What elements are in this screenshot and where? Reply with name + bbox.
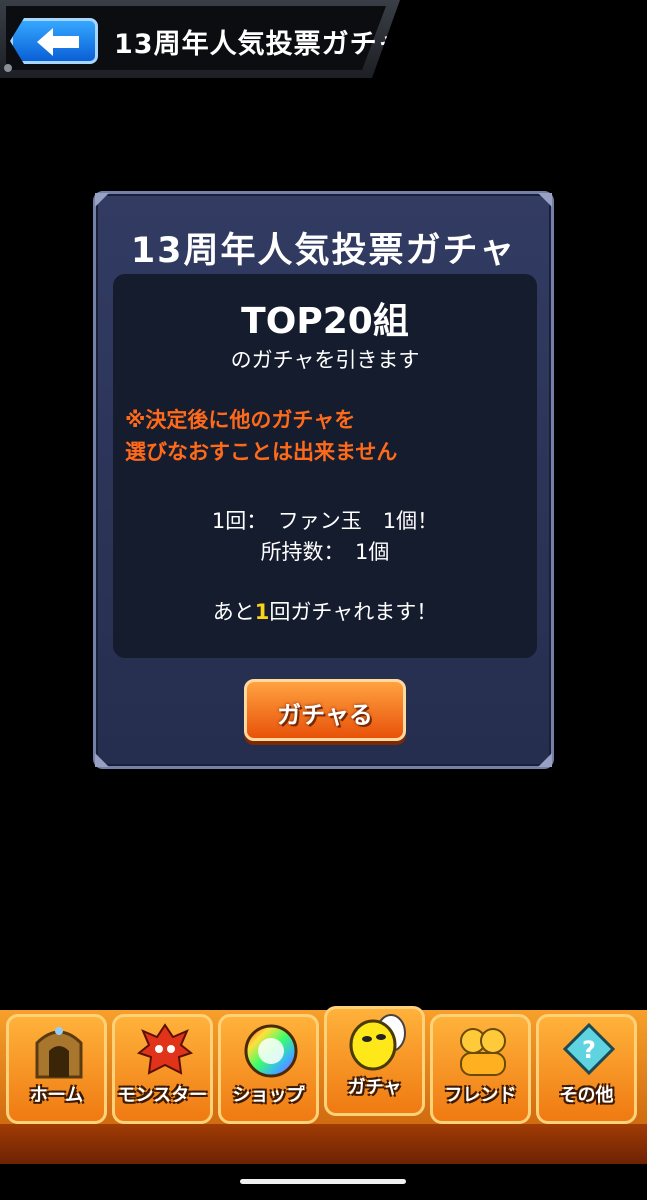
nav-item-label: ガチャ: [347, 1077, 402, 1098]
corner-ornament: [538, 753, 552, 767]
group-label: TOP20組: [241, 301, 409, 342]
cost-info: 1回： ファン玉 1個！ 所持数： 1個: [113, 506, 537, 568]
gacha-egg-icon: [349, 1014, 406, 1071]
nav-item-label: フレンド: [444, 1085, 517, 1106]
nav-item-label: その他: [559, 1085, 614, 1106]
gacharu-button-label: ガチャる: [277, 701, 373, 729]
cost-line: 1回： ファン玉 1個！: [211, 509, 439, 533]
nav-item-gacha[interactable]: ガチャ: [324, 1006, 425, 1116]
gacharu-button[interactable]: ガチャる: [244, 679, 406, 741]
dragon-icon: [136, 1023, 194, 1075]
remaining-count: あと1回ガチャれます！: [113, 596, 537, 626]
dialog-body: TOP20組 のガチャを引きます ※決定後に他のガチャを 選びなおすことは出来ま…: [113, 274, 537, 658]
remain-number: 1: [254, 600, 270, 624]
nav-item-label: ショップ: [232, 1085, 305, 1106]
nav-item-shop[interactable]: ショップ: [218, 1014, 319, 1124]
nav-item-label: モンスター: [117, 1085, 208, 1106]
nav-item-other[interactable]: ? その他: [536, 1014, 637, 1124]
rainbow-orb-icon: [244, 1024, 298, 1078]
warning-text: ※決定後に他のガチャを 選びなおすことは出来ません: [125, 404, 397, 468]
nav-item-home[interactable]: ホーム: [6, 1014, 107, 1124]
home-gate-icon: [35, 1027, 83, 1079]
other-icon: ?: [562, 1022, 616, 1076]
group-subtitle: のガチャを引きます: [230, 348, 420, 372]
corner-ornament: [95, 193, 109, 207]
nav-item-friend[interactable]: フレンド: [430, 1014, 531, 1124]
corner-ornament: [538, 193, 552, 207]
corner-ornament: [95, 753, 109, 767]
friends-icon: [460, 1028, 506, 1076]
warning-line: ※決定後に他のガチャを: [125, 408, 356, 432]
warning-line: 選びなおすことは出来ません: [125, 440, 398, 464]
back-button[interactable]: [10, 18, 98, 64]
nav-item-label: ホーム: [29, 1085, 84, 1106]
owned-line: 所持数： 1個: [260, 540, 390, 564]
remain-suffix: 回ガチャれます！: [269, 600, 438, 624]
svg-text:?: ?: [582, 1036, 596, 1064]
back-arrow-icon: [37, 28, 79, 56]
nav-base: [0, 1124, 647, 1164]
remain-prefix: あと: [212, 600, 255, 624]
rivet: [4, 64, 12, 72]
top-header: 13周年人気投票ガチャ: [0, 0, 400, 78]
gacha-confirm-dialog: 13周年人気投票ガチャ TOP20組 のガチャを引きます ※決定後に他のガチャを…: [93, 191, 554, 769]
nav-item-monster[interactable]: モンスター: [112, 1014, 213, 1124]
dialog-title: 13周年人気投票ガチャ: [130, 231, 517, 271]
home-indicator[interactable]: [240, 1179, 406, 1184]
page-title: 13周年人気投票ガチャ: [114, 29, 406, 60]
